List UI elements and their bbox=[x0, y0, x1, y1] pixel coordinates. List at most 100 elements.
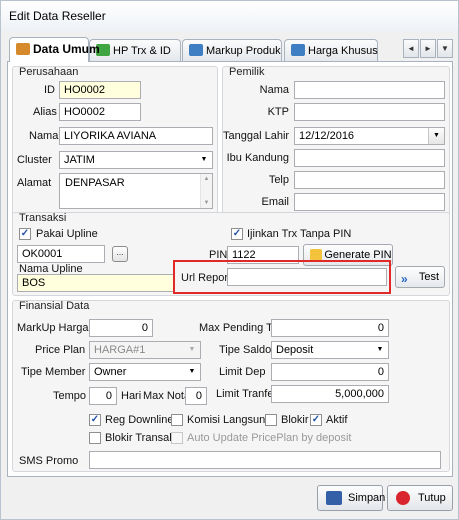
tab-scroll-right-icon[interactable]: ► bbox=[420, 39, 436, 58]
max-pending-field[interactable]: 0 bbox=[271, 319, 389, 337]
tab-scroll-buttons: ◄ ► ▼ bbox=[403, 39, 453, 59]
sms-promo-label: SMS Promo bbox=[19, 455, 79, 467]
limit-transfer-field[interactable]: 5,000,000 bbox=[271, 385, 389, 403]
komisi-langsung-label: Komisi Langsung bbox=[187, 414, 272, 426]
dollar-icon bbox=[189, 44, 203, 56]
tab-markup-produk[interactable]: Markup Produk bbox=[182, 39, 282, 61]
tanggal-lahir-value: 12/12/2016 bbox=[299, 130, 355, 142]
simpan-label: Simpan bbox=[348, 492, 386, 504]
chevron-down-icon[interactable]: ▼ bbox=[184, 342, 200, 358]
pakai-upline-checkbox[interactable]: ✓ bbox=[19, 228, 31, 240]
id-field[interactable]: HO0002 bbox=[59, 81, 141, 99]
tab-menu-icon[interactable]: ▼ bbox=[437, 39, 453, 58]
tab-scroll-left-icon[interactable]: ◄ bbox=[403, 39, 419, 58]
sms-promo-field[interactable] bbox=[89, 451, 441, 469]
alamat-field[interactable]: DENPASAR ▲ ▼ bbox=[59, 173, 213, 209]
nama-field[interactable]: LIYORIKA AVIANA bbox=[59, 127, 213, 145]
tempo-field[interactable]: 0 bbox=[89, 387, 117, 405]
reg-downline-checkbox[interactable]: ✓ bbox=[89, 414, 101, 426]
alamat-scrollbar[interactable]: ▲ ▼ bbox=[200, 174, 212, 208]
tutup-button[interactable]: Tutup bbox=[387, 485, 453, 511]
blokir-transaksi-checkbox[interactable] bbox=[89, 432, 101, 444]
perusahaan-group: Perusahaan ID HO0002 Alias HO0002 Nama L… bbox=[12, 66, 218, 216]
tab-label: Markup Produk bbox=[206, 45, 281, 57]
browse-upline-button[interactable]: ... bbox=[112, 246, 128, 262]
price-plan-select[interactable]: HARGA#1 ▼ bbox=[89, 341, 201, 359]
ibu-kandung-field[interactable] bbox=[294, 149, 445, 167]
telp-field[interactable] bbox=[294, 171, 445, 189]
komisi-langsung-checkbox[interactable] bbox=[171, 414, 183, 426]
url-report-highlight bbox=[173, 260, 391, 294]
aktif-label: Aktif bbox=[326, 414, 348, 426]
calendar-dropdown-icon[interactable]: ▼ bbox=[428, 128, 444, 144]
chevron-down-icon[interactable]: ▼ bbox=[372, 342, 388, 358]
limit-dep-label: Limit Dep bbox=[219, 366, 266, 378]
nama-upline-field[interactable]: BOS bbox=[17, 274, 175, 292]
tipe-member-select[interactable]: Owner ▼ bbox=[89, 363, 201, 381]
email-label: Email bbox=[261, 196, 289, 208]
tipe-member-value: Owner bbox=[94, 366, 127, 378]
finansial-group: Finansial Data MarkUp Harga 0 Price Plan… bbox=[12, 300, 450, 472]
tipe-saldo-label: Tipe Saldo bbox=[219, 344, 272, 356]
ijinkan-trx-label: Ijinkan Trx Tanpa PIN bbox=[247, 228, 352, 240]
tab-hp-trx-id[interactable]: HP Trx & ID bbox=[89, 39, 181, 61]
ijinkan-trx-checkbox[interactable]: ✓ bbox=[231, 228, 243, 240]
price-plan-value: HARGA#1 bbox=[94, 344, 146, 356]
dollar-icon bbox=[291, 44, 305, 56]
simpan-button[interactable]: Simpan bbox=[317, 485, 386, 511]
tanggal-lahir-label: Tanggal Lahir bbox=[223, 130, 290, 142]
max-pending-label: Max Pending Trx bbox=[199, 322, 282, 334]
email-field[interactable] bbox=[294, 193, 445, 211]
alamat-value: DENPASAR bbox=[65, 177, 125, 189]
tab-label: Data Umum bbox=[33, 42, 100, 56]
limit-transfer-label: Limit Tranfer bbox=[216, 388, 278, 400]
chevron-down-icon[interactable]: ▼ bbox=[196, 152, 212, 168]
cluster-value: JATIM bbox=[64, 154, 95, 166]
markup-field[interactable]: 0 bbox=[89, 319, 153, 337]
upline-code-field[interactable]: OK0001 bbox=[17, 245, 105, 263]
tab-data-umum[interactable]: Data Umum bbox=[9, 37, 100, 62]
blokir-label: Blokir bbox=[281, 414, 309, 426]
max-nota-label: Max Nota bbox=[143, 390, 191, 402]
id-label: ID bbox=[44, 84, 55, 96]
pakai-upline-label: Pakai Upline bbox=[36, 228, 98, 240]
telp-label: Telp bbox=[268, 174, 289, 186]
transaksi-title: Transaksi bbox=[19, 212, 67, 224]
window-title: Edit Data Reseller bbox=[9, 9, 106, 23]
hari-label: Hari bbox=[121, 390, 142, 402]
tab-strip: HP Trx & ID Markup Produk Harga Khusus D… bbox=[7, 37, 453, 62]
pemilik-nama-field[interactable] bbox=[294, 81, 445, 99]
ktp-field[interactable] bbox=[294, 103, 445, 121]
edit-reseller-window: Edit Data Reseller HP Trx & ID Markup Pr… bbox=[0, 0, 459, 520]
aktif-checkbox[interactable]: ✓ bbox=[310, 414, 322, 426]
tab-harga-khusus[interactable]: Harga Khusus bbox=[284, 39, 378, 61]
tanggal-lahir-picker[interactable]: 12/12/2016 ▼ bbox=[294, 127, 445, 145]
blokir-checkbox[interactable] bbox=[265, 414, 277, 426]
test-button[interactable]: » Test bbox=[395, 266, 445, 288]
people-icon bbox=[16, 43, 30, 55]
cluster-select[interactable]: JATIM ▼ bbox=[59, 151, 213, 169]
finansial-title: Finansial Data bbox=[19, 300, 90, 312]
pemilik-nama-label: Nama bbox=[259, 84, 289, 96]
limit-dep-field[interactable]: 0 bbox=[271, 363, 389, 381]
tempo-label: Tempo bbox=[53, 390, 87, 402]
markup-label: MarkUp Harga bbox=[17, 322, 89, 334]
title-bar: Edit Data Reseller bbox=[1, 1, 458, 31]
max-nota-field[interactable]: 0 bbox=[185, 387, 207, 405]
ibu-kandung-label: Ibu Kandung bbox=[226, 152, 289, 164]
scroll-up-icon[interactable]: ▲ bbox=[201, 176, 212, 182]
tab-label: Harga Khusus bbox=[308, 45, 378, 57]
pemilik-group: Pemilik Nama KTP Tanggal Lahir 12/12/201… bbox=[222, 66, 450, 216]
tutup-label: Tutup bbox=[418, 492, 446, 504]
save-disk-icon bbox=[326, 491, 342, 505]
reg-downline-label: Reg Downline bbox=[105, 414, 174, 426]
scroll-down-icon[interactable]: ▼ bbox=[201, 200, 212, 206]
chevron-down-icon[interactable]: ▼ bbox=[184, 364, 200, 380]
test-label: Test bbox=[418, 271, 440, 283]
alamat-label: Alamat bbox=[17, 177, 52, 189]
close-icon bbox=[396, 491, 410, 505]
alias-field[interactable]: HO0002 bbox=[59, 103, 141, 121]
tipe-saldo-select[interactable]: Deposit ▼ bbox=[271, 341, 389, 359]
tipe-member-label: Tipe Member bbox=[21, 366, 86, 378]
auto-update-checkbox[interactable] bbox=[171, 432, 183, 444]
